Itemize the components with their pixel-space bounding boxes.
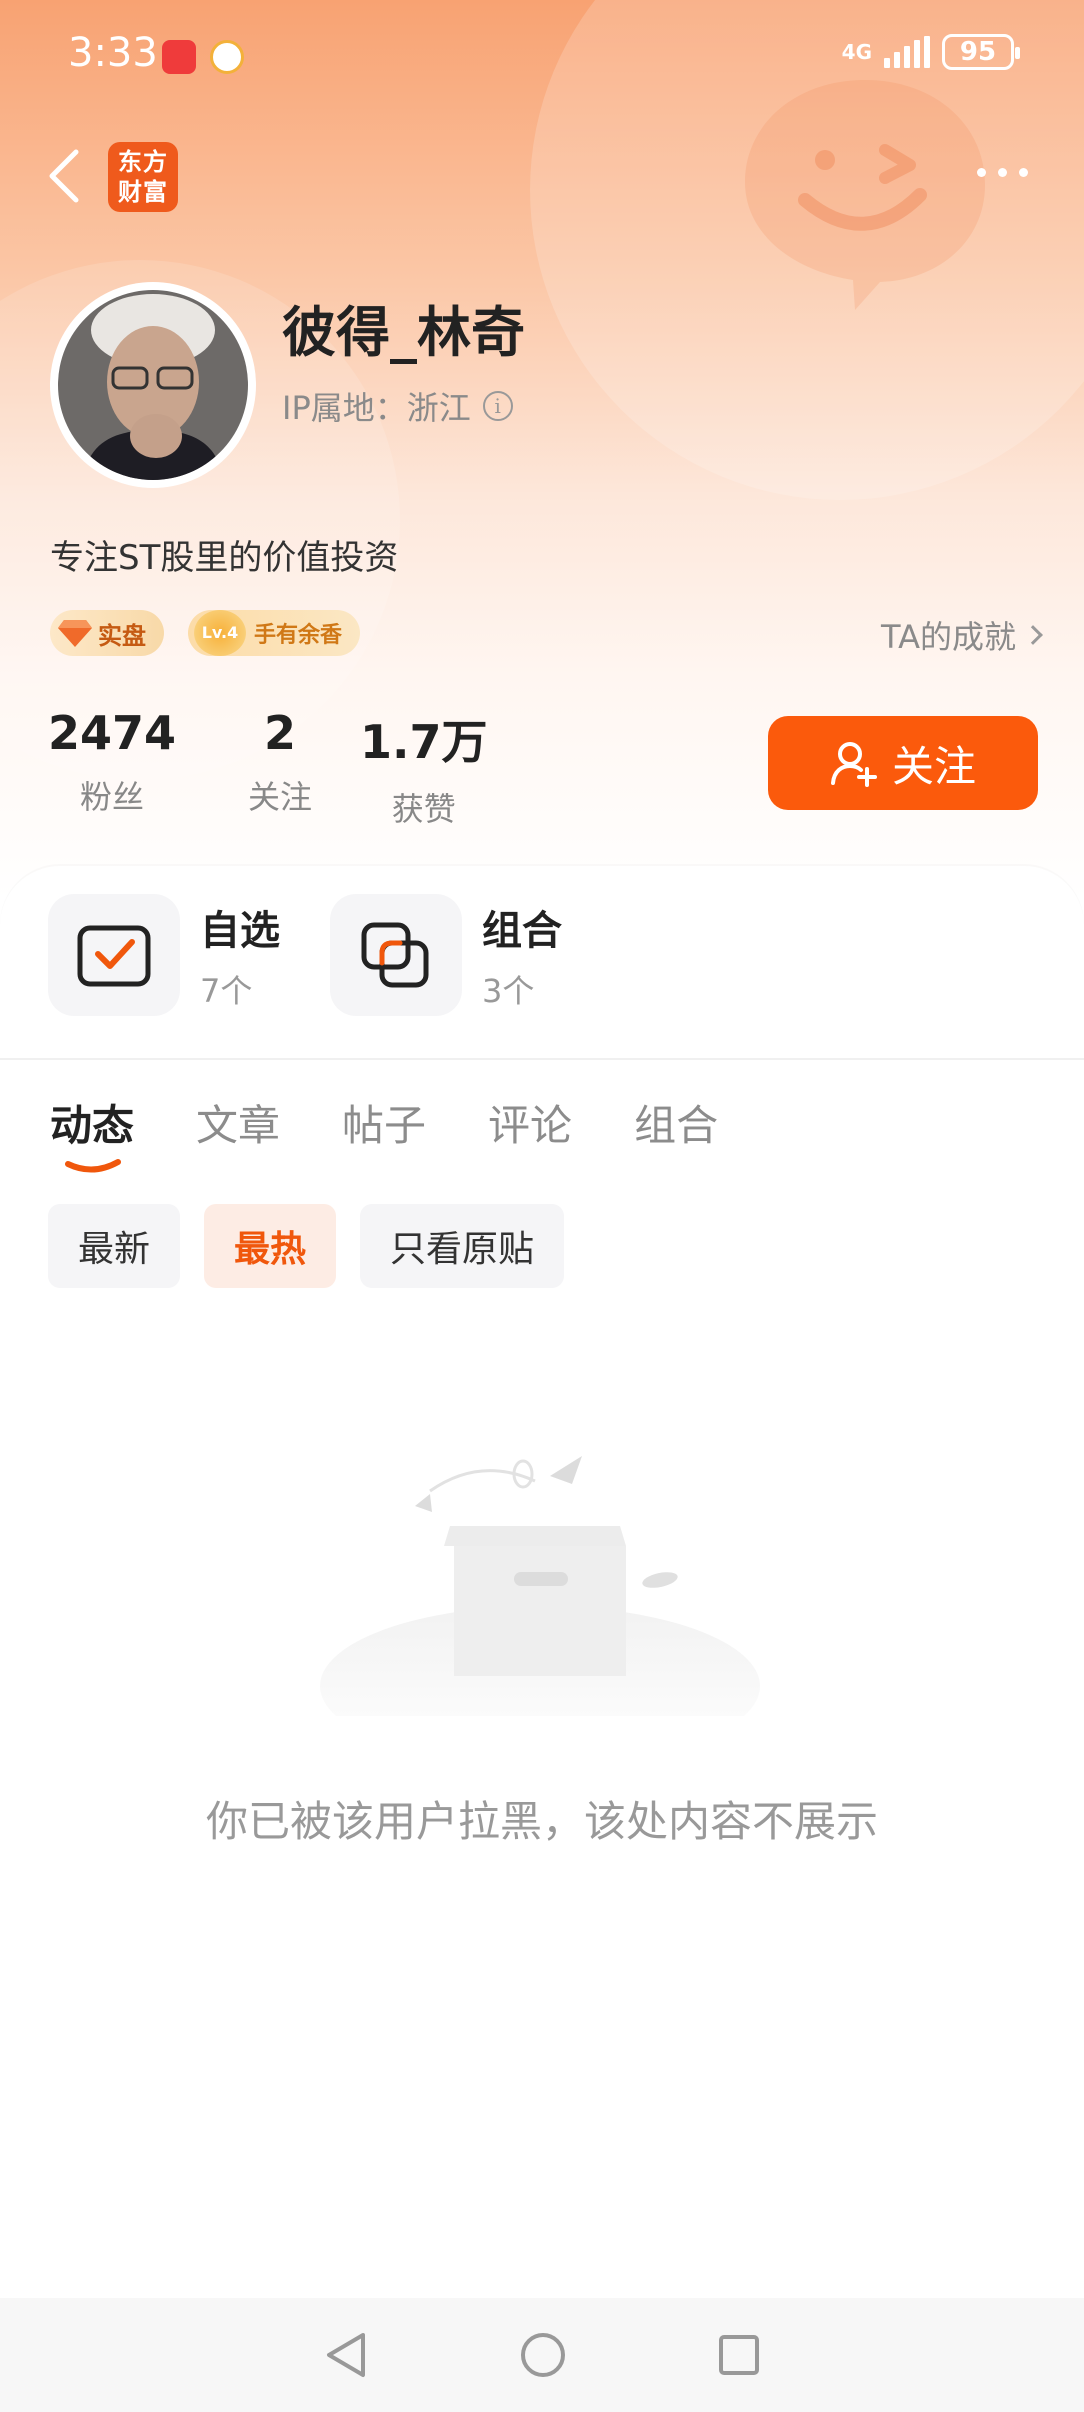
system-back-icon[interactable]	[323, 2330, 369, 2380]
stat-label: 获赞	[391, 790, 456, 828]
stat-value: 2	[264, 706, 297, 760]
status-indicators: 4G 95	[841, 34, 1020, 70]
empty-state-message: 你已被该用户拉黑，该处内容不展示	[205, 1797, 878, 1846]
system-recents-icon[interactable]	[717, 2333, 761, 2377]
follow-label: 关注	[891, 741, 976, 791]
tab-posts[interactable]: 帖子	[342, 1092, 426, 1153]
username: 彼得_林奇	[282, 301, 525, 364]
tab-activity[interactable]: 动态	[50, 1092, 135, 1173]
tab-label: 动态	[50, 1101, 135, 1150]
status-time: 3:33	[68, 30, 158, 76]
portfolio-entry[interactable]: 组合 3个	[330, 894, 562, 1016]
tab-label: 组合	[634, 1101, 719, 1150]
watchlist-icon	[48, 894, 180, 1016]
filter-hottest[interactable]: 最热	[204, 1204, 337, 1288]
badge-row: 实盘 Lv.4 手有余香	[50, 610, 361, 656]
portfolio-icon	[330, 894, 462, 1016]
ip-location-row: IP属地：浙江 i	[282, 383, 513, 429]
tab-portfolios[interactable]: 组合	[634, 1092, 718, 1153]
stat-following[interactable]: 2 关注	[248, 706, 312, 830]
section-divider	[0, 1058, 1084, 1060]
smile-bubble-decoration-icon	[745, 80, 985, 310]
system-home-icon[interactable]	[519, 2331, 567, 2379]
filter-original-only[interactable]: 只看原贴	[360, 1204, 565, 1288]
back-arrow-icon[interactable]	[44, 146, 84, 206]
notification-app-icon	[162, 40, 196, 74]
user-bio: 专注ST股里的价值投资	[50, 538, 399, 578]
stat-likes[interactable]: 1.7万 获赞	[360, 706, 488, 830]
chevron-right-icon	[1023, 625, 1043, 645]
stat-followers[interactable]: 2474 粉丝	[48, 706, 176, 830]
portfolio-count: 3个	[482, 972, 535, 1010]
portfolio-title: 组合	[482, 908, 562, 954]
logo-text: 东方	[118, 148, 168, 176]
filter-latest[interactable]: 最新	[48, 1204, 181, 1288]
badge-label: 手有余香	[254, 623, 343, 648]
app-logo[interactable]: 东方 财富	[108, 142, 178, 212]
stats-row: 2474 粉丝 2 关注 1.7万 获赞	[48, 706, 560, 830]
achievement-link[interactable]: TA的成就	[881, 612, 1043, 658]
level-badge[interactable]: Lv.4 手有余香	[188, 610, 361, 656]
signal-icon	[884, 36, 930, 68]
add-user-icon	[830, 742, 877, 787]
active-tab-indicator	[65, 1159, 121, 1173]
ip-location: IP属地：浙江	[282, 389, 471, 427]
avatar[interactable]	[50, 282, 256, 488]
follow-button[interactable]: 关注	[768, 716, 1038, 810]
tab-label: 评论	[488, 1101, 573, 1150]
badge-label: 实盘	[98, 621, 146, 650]
empty-box-illustration-icon	[320, 1456, 760, 1716]
avatar-photo	[58, 290, 248, 480]
stat-value: 1.7万	[360, 715, 488, 769]
stat-label: 关注	[248, 778, 313, 816]
stat-label: 粉丝	[80, 778, 145, 816]
notification-app-icon	[210, 40, 244, 74]
tab-comments[interactable]: 评论	[488, 1092, 572, 1153]
network-type: 4G	[841, 40, 872, 64]
stat-value: 2474	[48, 706, 177, 760]
watchlist-entry[interactable]: 自选 7个	[48, 894, 280, 1016]
logo-text: 财富	[118, 178, 168, 206]
tab-label: 帖子	[342, 1101, 427, 1150]
info-icon[interactable]: i	[482, 391, 513, 421]
content-tabs: 动态 文章 帖子 评论 组合	[50, 1092, 718, 1173]
battery-level: 95	[959, 37, 997, 67]
watchlist-title: 自选	[200, 908, 280, 954]
tab-articles[interactable]: 文章	[196, 1092, 280, 1153]
diamond-icon	[58, 620, 92, 647]
sort-filters: 最新 最热 只看原贴	[48, 1204, 565, 1288]
system-nav-bar	[0, 2298, 1084, 2412]
achievement-label: TA的成就	[881, 618, 1016, 656]
portfolio-row: 自选 7个 组合 3个	[48, 894, 562, 1016]
battery-icon: 95	[942, 34, 1020, 70]
tab-label: 文章	[196, 1101, 281, 1150]
watchlist-count: 7个	[200, 972, 253, 1010]
level-icon: Lv.4	[194, 610, 246, 656]
more-options-icon[interactable]	[977, 168, 1028, 177]
real-account-badge[interactable]: 实盘	[50, 610, 164, 656]
